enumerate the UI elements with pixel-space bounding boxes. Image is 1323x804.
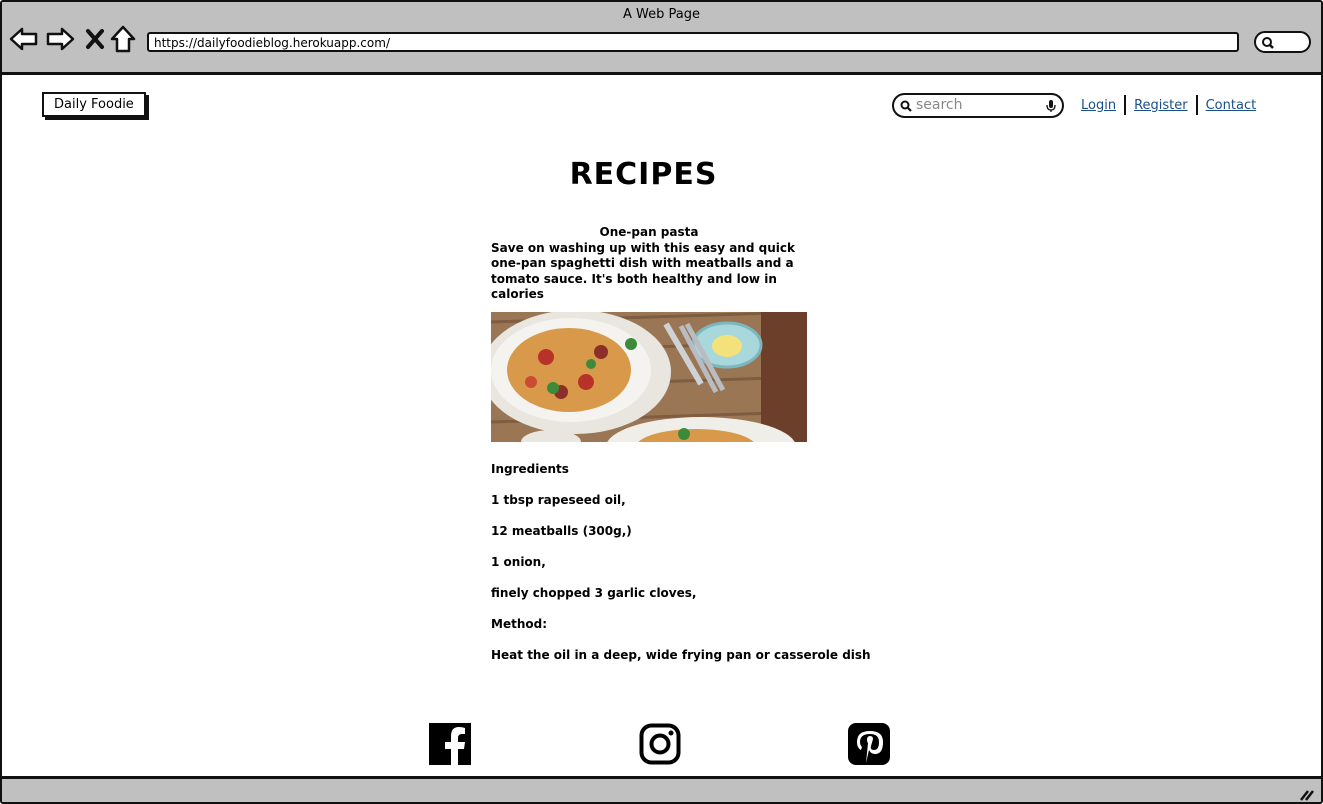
recipe-line: Method: — [491, 616, 547, 631]
forward-arrow-icon[interactable] — [45, 24, 75, 54]
instagram-icon[interactable] — [639, 723, 681, 765]
facebook-icon[interactable] — [429, 723, 471, 765]
recipe-line: 1 onion, — [491, 554, 546, 569]
site-logo[interactable]: Daily Foodie — [42, 92, 146, 117]
recipe-line: 1 tbsp rapeseed oil, — [491, 492, 626, 507]
contact-link[interactable]: Contact — [1206, 98, 1257, 113]
search-icon — [1262, 37, 1274, 49]
recipe-line: Heat the oil in a deep, wide frying pan … — [491, 647, 871, 662]
top-navigation: Login Register Contact — [1081, 95, 1256, 115]
recipe-description: Save on washing up with this easy and qu… — [491, 240, 795, 302]
recipe-title: One-pan pasta — [599, 225, 699, 239]
recipe-card: One-pan pasta Save on washing up with th… — [491, 225, 871, 679]
recipe-line: Ingredients — [491, 461, 569, 476]
search-placeholder: search — [916, 97, 963, 113]
home-icon[interactable] — [108, 24, 138, 54]
search-input[interactable]: search — [892, 93, 1064, 118]
resize-handle-icon[interactable] — [1299, 789, 1315, 801]
recipe-line: finely chopped 3 garlic cloves, — [491, 585, 697, 600]
window-title: A Web Page — [623, 7, 700, 22]
recipe-line: 12 meatballs (300g,) — [491, 523, 632, 538]
recipe-details: Ingredients 1 tbsp rapeseed oil, 12 meat… — [491, 461, 871, 679]
url-bar[interactable]: https://dailyfoodieblog.herokuapp.com/ — [147, 32, 1239, 52]
recipe-photo — [491, 311, 807, 442]
browser-toolbar: A Web Page https://dailyfoodieblog.herok… — [2, 2, 1321, 75]
back-arrow-icon[interactable] — [9, 24, 39, 54]
status-bar — [2, 776, 1321, 802]
login-link[interactable]: Login — [1081, 98, 1116, 113]
divider — [1124, 95, 1127, 115]
browser-window: A Web Page https://dailyfoodieblog.herok… — [0, 0, 1323, 804]
browser-search[interactable] — [1254, 31, 1311, 53]
register-link[interactable]: Register — [1134, 98, 1188, 113]
search-icon — [900, 100, 912, 112]
microphone-icon[interactable] — [1046, 99, 1056, 113]
divider — [1195, 95, 1198, 115]
page-title: RECIPES — [569, 157, 718, 192]
close-icon[interactable] — [80, 24, 110, 54]
pinterest-icon[interactable] — [848, 723, 890, 765]
